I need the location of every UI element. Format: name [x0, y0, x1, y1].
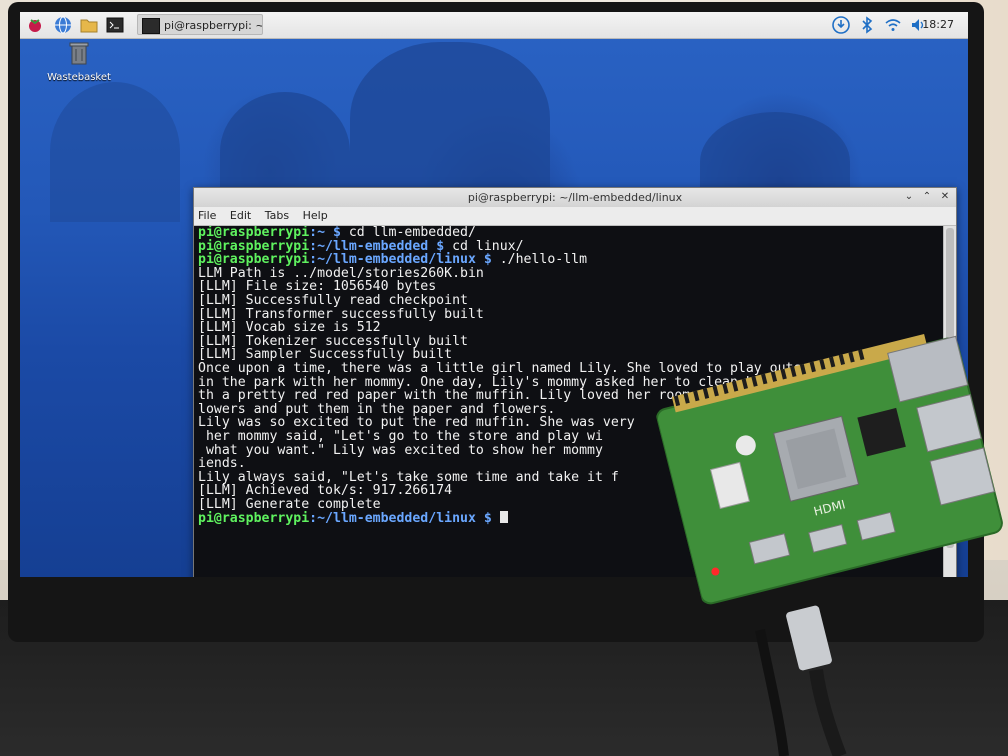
prompt-path: :~/llm-embedded/linux $ [309, 511, 500, 527]
raspberry-menu-icon[interactable] [26, 16, 44, 34]
desktop-icon-wastebasket[interactable]: Wastebasket [44, 40, 114, 83]
maximize-icon[interactable]: ⌃ [920, 190, 934, 204]
terminal-line: pi@raspberrypi:~ $ cd llm-embedded/ [198, 226, 942, 240]
web-browser-icon[interactable] [54, 16, 72, 34]
terminal-line: [LLM] Vocab size is 512 [198, 321, 942, 335]
taskbar: pi@raspberrypi: ~/ll... 18:27 [20, 12, 968, 39]
terminal-line: [LLM] Transformer successfully built [198, 307, 942, 322]
bluetooth-icon[interactable] [858, 16, 876, 34]
terminal-line: [LLM] Successfully read checkpoint [198, 294, 942, 308]
menu-edit[interactable]: Edit [230, 209, 251, 222]
terminal-titlebar[interactable]: pi@raspberrypi: ~/llm-embedded/linux ⌄ ⌃… [194, 188, 956, 207]
desktop-icon-label: Wastebasket [47, 72, 111, 83]
update-icon[interactable] [832, 16, 850, 34]
close-icon[interactable]: ✕ [938, 190, 952, 204]
minimize-icon[interactable]: ⌄ [902, 190, 916, 204]
output-text: what you want." Lily was excited to show… [198, 442, 603, 458]
terminal-task-icon [142, 18, 160, 34]
file-manager-icon[interactable] [80, 16, 98, 34]
menu-tabs[interactable]: Tabs [265, 209, 289, 222]
menu-file[interactable]: File [198, 209, 216, 222]
trash-icon [69, 42, 89, 65]
menu-help[interactable]: Help [303, 209, 328, 222]
terminal-launcher-icon[interactable] [106, 16, 124, 34]
terminal-line: [LLM] File size: 1056540 bytes [198, 280, 942, 294]
taskbar-task-title: pi@raspberrypi: ~/ll... [164, 19, 262, 32]
wallpaper-mountain [50, 82, 180, 222]
usb-cable [755, 605, 847, 756]
terminal-title: pi@raspberrypi: ~/llm-embedded/linux [467, 191, 683, 204]
terminal-line: LLM Path is ../model/stories260K.bin [198, 266, 942, 281]
wifi-icon[interactable] [884, 16, 902, 34]
terminal-line: pi@raspberrypi:~/llm-embedded/linux $ ./… [198, 253, 942, 267]
taskbar-terminal-task[interactable]: pi@raspberrypi: ~/ll... [137, 14, 263, 35]
output-text: [LLM] Generate complete [198, 496, 381, 512]
terminal-menubar: File Edit Tabs Help [194, 207, 956, 226]
clock: 18:27 [922, 18, 954, 31]
command-text: ./hello-llm [499, 252, 588, 268]
text-cursor [499, 511, 508, 524]
prompt-user: pi@raspberrypi [198, 511, 310, 527]
